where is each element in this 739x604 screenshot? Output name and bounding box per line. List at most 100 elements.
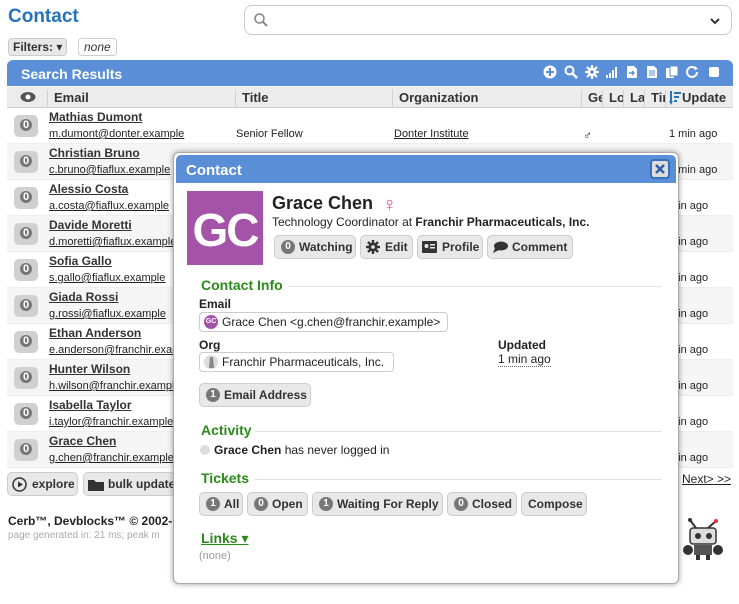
bulk-update-button[interactable]: bulk update	[83, 472, 175, 496]
copy-icon[interactable]	[665, 65, 679, 79]
pager-next[interactable]: Next> >>	[682, 472, 731, 486]
column-organization[interactable]: Organization	[392, 90, 582, 108]
contact-name-link[interactable]: Sofia Gallo	[49, 254, 112, 268]
watching-button[interactable]: 0 Watching	[274, 235, 356, 259]
email-address-button[interactable]: 1 Email Address	[199, 383, 311, 407]
watch-count-button[interactable]: 0	[14, 187, 38, 209]
watch-count: 0	[20, 335, 32, 347]
eye-icon[interactable]	[20, 91, 36, 103]
tickets-open-button[interactable]: 0 Open	[247, 492, 308, 516]
search-box[interactable]	[244, 5, 732, 35]
links-toggle[interactable]: Links ▾	[201, 530, 249, 547]
tickets-waiting-count: 1	[319, 496, 333, 511]
stop-icon[interactable]	[707, 65, 721, 79]
section-divider	[288, 286, 662, 287]
table-row: 0 Mathias Dumont m.dumont@donter.example Se…	[7, 108, 733, 144]
search-icon[interactable]	[564, 65, 578, 79]
male-icon: ♂	[583, 128, 592, 142]
watch-count: 0	[20, 407, 32, 419]
watch-count-button[interactable]: 0	[14, 115, 38, 137]
contact-email-link[interactable]: s.gallo@fiaflux.example	[49, 272, 165, 284]
contact-email-link[interactable]: a.costa@fiaflux.example	[49, 200, 169, 212]
tickets-waiting-button[interactable]: 1 Waiting For Reply	[312, 492, 443, 516]
signal-icon[interactable]	[605, 65, 619, 79]
chevron-down-icon[interactable]	[709, 15, 721, 27]
org-value: Franchir Pharmaceuticals, Inc.	[222, 355, 385, 369]
column-updated[interactable]: Update	[665, 90, 733, 108]
explore-button[interactable]: explore	[7, 472, 78, 496]
column-title[interactable]: Title	[235, 90, 393, 108]
contact-org-link[interactable]: Donter Institute	[394, 128, 469, 140]
comment-button[interactable]: Comment	[487, 235, 573, 259]
watch-count-button[interactable]: 0	[14, 367, 38, 389]
column-language[interactable]: La	[623, 90, 645, 108]
contact-name-link[interactable]: Davide Moretti	[49, 218, 132, 232]
tickets-closed-button[interactable]: 0 Closed	[447, 492, 517, 516]
contact-email-link[interactable]: m.dumont@donter.example	[49, 128, 184, 140]
tickets-waiting-label: Waiting For Reply	[337, 497, 439, 511]
column-email[interactable]: Email	[47, 90, 237, 108]
column-timezone[interactable]: Tim	[644, 90, 666, 108]
column-updated-label: Update	[682, 90, 727, 105]
contact-name-link[interactable]: Giada Rossi	[49, 290, 118, 304]
watch-count: 0	[20, 299, 32, 311]
watch-count-button[interactable]: 0	[14, 403, 38, 425]
email-chip[interactable]: GC Grace Chen <g.chen@franchir.example>	[199, 312, 448, 332]
edit-label: Edit	[385, 240, 408, 254]
search-input[interactable]	[275, 10, 695, 30]
column-location[interactable]: Lo	[602, 90, 624, 108]
watch-count: 0	[20, 191, 32, 203]
watch-count-button[interactable]: 0	[14, 295, 38, 317]
updated-label: Updated	[498, 338, 546, 352]
contact-name-link[interactable]: Alessio Costa	[49, 182, 128, 196]
profile-button[interactable]: Profile	[417, 235, 483, 259]
pager-last-link[interactable]: >>	[717, 472, 731, 486]
contact-email-link[interactable]: i.taylor@franchir.example	[49, 416, 173, 428]
contact-name-link[interactable]: Isabella Taylor	[49, 398, 131, 412]
contact-email-link[interactable]: g.chen@franchir.example	[49, 452, 174, 464]
contact-email-link[interactable]: h.wilson@franchir.example	[49, 380, 181, 392]
watch-count: 0	[20, 443, 32, 455]
watch-count-button[interactable]: 0	[14, 259, 38, 281]
export-icon[interactable]	[645, 65, 659, 79]
import-icon[interactable]	[625, 65, 639, 79]
filters-button[interactable]: Filters: ▾	[8, 38, 68, 56]
pager-next-link[interactable]: Next>	[682, 472, 714, 486]
watch-count: 0	[20, 227, 32, 239]
watch-count-button[interactable]: 0	[14, 439, 38, 461]
email-value: Grace Chen <g.chen@franchir.example>	[222, 315, 441, 329]
contact-name-link[interactable]: Mathias Dumont	[49, 110, 142, 124]
watch-count-button[interactable]: 0	[14, 151, 38, 173]
contact-updated: 1 min ago	[669, 128, 718, 140]
compose-button[interactable]: Compose	[521, 492, 587, 516]
avatar-small-icon: GC	[204, 315, 218, 329]
contact-popup-header: Contact	[176, 155, 676, 183]
chevron-down-icon: ▾	[56, 40, 63, 54]
contact-name-link[interactable]: Hunter Wilson	[49, 362, 130, 376]
gear-icon[interactable]	[585, 65, 599, 79]
watch-count: 0	[20, 263, 32, 275]
contact-email-link[interactable]: g.rossi@fiaflux.example	[49, 308, 166, 320]
contact-email-link[interactable]: d.moretti@fiaflux.example	[49, 236, 176, 248]
footer-generated: page generated in: 21 ms; peak m	[8, 530, 160, 541]
edit-button[interactable]: Edit	[360, 235, 413, 259]
footer-brand: Cerb™, Devblocks™ © 2002-	[8, 514, 172, 528]
tickets-all-button[interactable]: 1 All	[199, 492, 243, 516]
tickets-heading: Tickets	[201, 470, 249, 486]
add-icon[interactable]	[543, 65, 557, 79]
close-button[interactable]	[650, 159, 670, 179]
contact-email-link[interactable]: c.bruno@fiaflux.example	[49, 164, 170, 176]
contact-job-title: Technology Coordinator at Franchir Pharm…	[272, 215, 590, 229]
org-chip[interactable]: Franchir Pharmaceuticals, Inc.	[199, 352, 394, 372]
watch-count-button[interactable]: 0	[14, 223, 38, 245]
contact-name-link[interactable]: Christian Bruno	[49, 146, 140, 160]
filters-value[interactable]: none	[78, 38, 117, 56]
watch-count-button[interactable]: 0	[14, 331, 38, 353]
avatar: GC	[187, 191, 263, 265]
contact-name-link[interactable]: Grace Chen	[49, 434, 116, 448]
contact-name-link[interactable]: Ethan Anderson	[49, 326, 141, 340]
watching-count: 0	[281, 239, 295, 254]
contact-title: Senior Fellow	[236, 128, 303, 140]
refresh-icon[interactable]	[685, 65, 699, 79]
column-gender[interactable]: Ge	[581, 90, 603, 108]
